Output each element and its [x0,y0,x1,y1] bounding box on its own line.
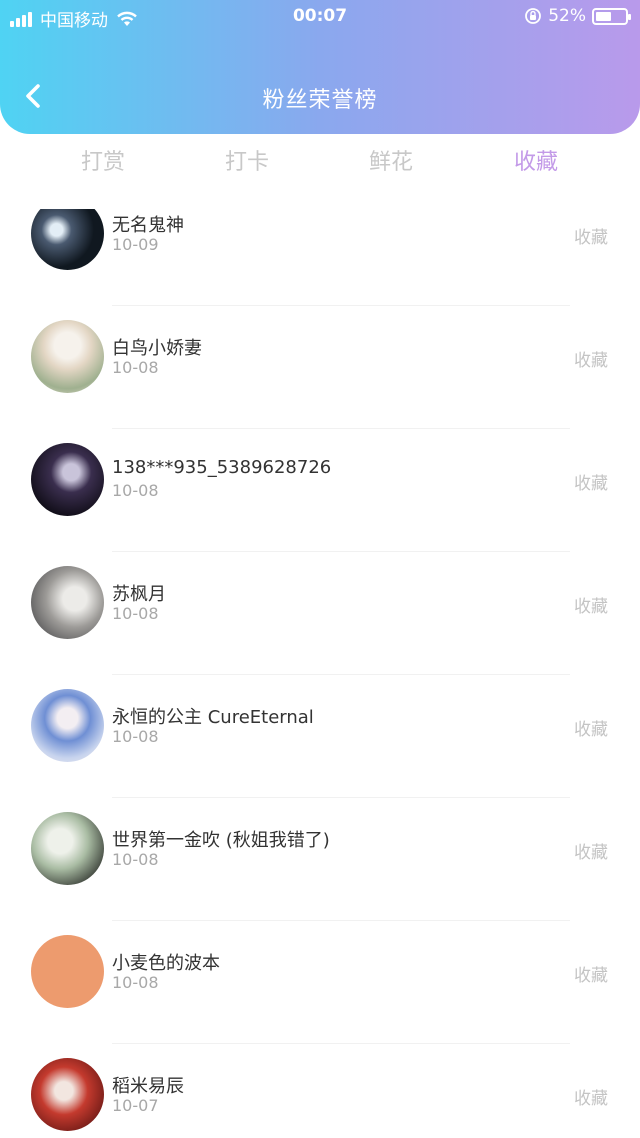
favorite-label[interactable]: 收藏 [574,838,608,863]
battery-percent: 52% [548,6,586,26]
fan-date: 10-08 [112,850,159,869]
fan-date: 10-08 [112,727,159,746]
fan-name: 白鸟小娇妻 [112,338,202,359]
fan-name: 小麦色的波本 [112,953,220,974]
avatar [31,812,104,885]
battery-fill [596,11,611,21]
fan-name: 138***935_5389628726 [112,457,332,478]
list-item[interactable]: 白鸟小娇妻 10-08 收藏 [0,306,640,429]
favorite-label[interactable]: 收藏 [574,592,608,617]
fan-name: 永恒的公主 CureEternal [112,707,314,728]
favorite-label[interactable]: 收藏 [574,346,608,371]
tab-flowers[interactable]: 鲜花 [331,144,451,176]
list-item[interactable]: 138***935_5389628726 10-08 收藏 [0,429,640,552]
avatar [31,320,104,393]
list-item[interactable]: 永恒的公主 CureEternal 10-08 收藏 [0,675,640,798]
tab-favorites[interactable]: 收藏 [476,144,596,176]
fan-name: 苏枫月 [112,584,166,605]
tab-bar: 打赏 打卡 鲜花 收藏 [0,138,640,184]
favorite-label[interactable]: 收藏 [574,961,608,986]
avatar [31,1058,104,1131]
avatar [31,566,104,639]
favorite-label[interactable]: 收藏 [574,715,608,740]
fan-name: 稻米易辰 [112,1076,184,1097]
list-item[interactable]: 世界第一金吹 (秋姐我错了) 10-08 收藏 [0,798,640,921]
fan-date: 10-08 [112,973,159,992]
fan-list: 无名鬼神 10-09 收藏 白鸟小娇妻 10-08 收藏 138***935_5… [0,209,640,1138]
tab-checkin[interactable]: 打卡 [187,144,307,176]
status-right: 52% [524,6,631,26]
tab-reward[interactable]: 打赏 [43,144,163,176]
rotation-lock-icon [525,8,542,24]
list-item[interactable]: 无名鬼神 10-09 收藏 [0,209,640,306]
list-item[interactable]: 苏枫月 10-08 收藏 [0,552,640,675]
list-item[interactable]: 稻米易辰 10-07 收藏 [0,1044,640,1138]
avatar [31,209,104,270]
fan-date: 10-08 [112,604,159,623]
avatar [31,689,104,762]
fan-date: 10-08 [112,481,159,500]
page-title: 粉丝荣誉榜 [262,88,378,113]
status-bar: 中国移动 00:07 52% [0,0,640,34]
favorite-label[interactable]: 收藏 [574,1084,608,1109]
favorite-label[interactable]: 收藏 [574,223,608,248]
fan-date: 10-09 [112,235,159,254]
favorite-label[interactable]: 收藏 [574,469,608,494]
fan-name: 无名鬼神 [112,215,184,236]
fan-name: 世界第一金吹 (秋姐我错了) [112,830,330,851]
header-bar: 中国移动 00:07 52% 粉丝荣誉榜 [0,0,640,134]
avatar [31,443,104,516]
list-item[interactable]: 小麦色的波本 10-08 收藏 [0,921,640,1044]
avatar [31,935,104,1008]
fan-date: 10-08 [112,358,159,377]
battery-icon [592,7,631,25]
fan-date: 10-07 [112,1096,159,1115]
